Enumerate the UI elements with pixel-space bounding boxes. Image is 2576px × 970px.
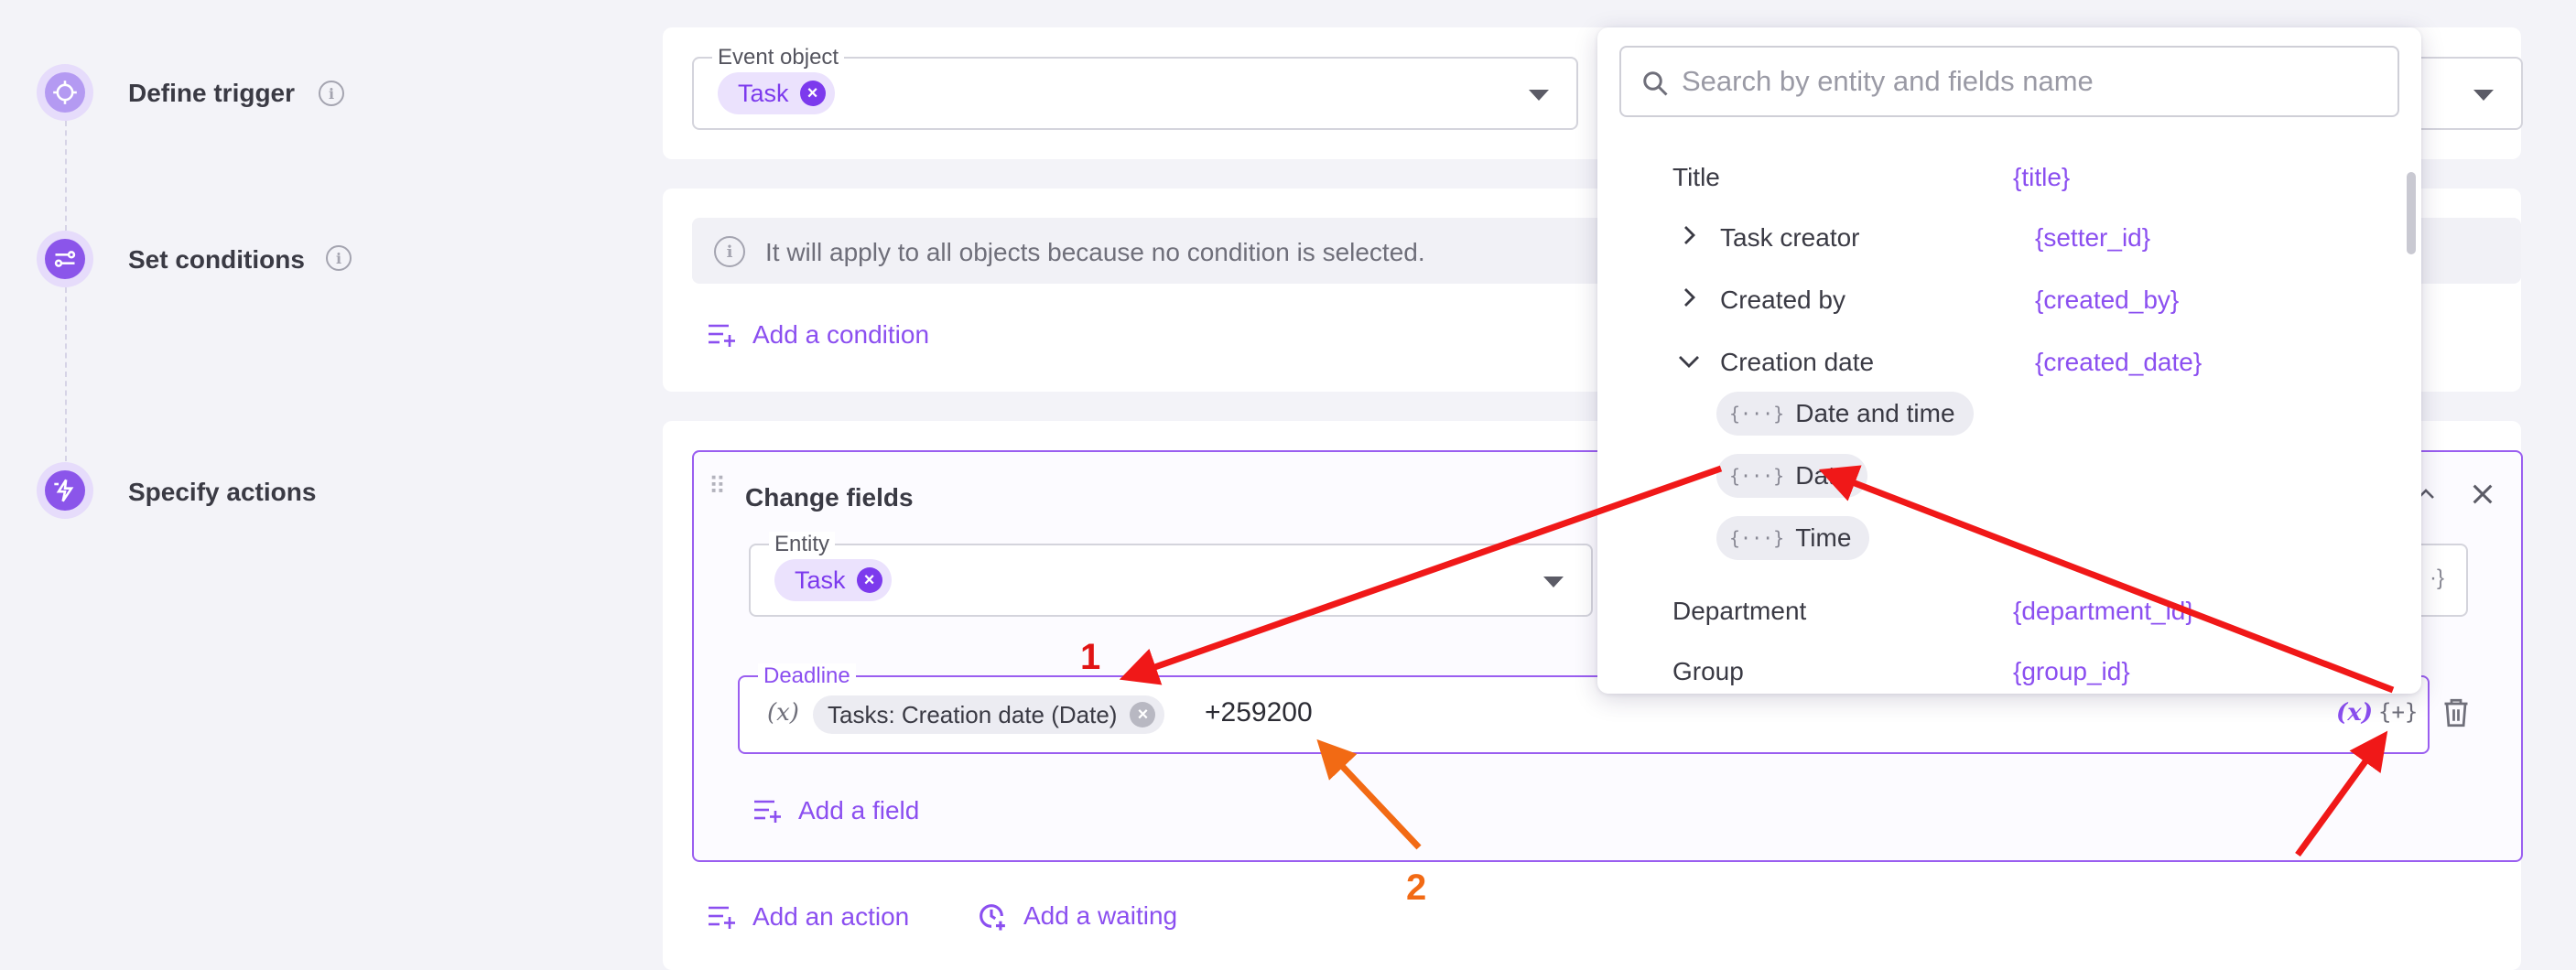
annotation-arrow [1119, 465, 1723, 685]
annotation-overlay [1119, 465, 2395, 857]
annotation-arrow [2295, 730, 2388, 857]
annotation-arrow [1818, 465, 2395, 694]
annotation-marker-1: 1 [1080, 637, 1101, 677]
annotation-arrow [1316, 738, 1422, 850]
annotation-marker-2: 2 [1406, 868, 1427, 908]
